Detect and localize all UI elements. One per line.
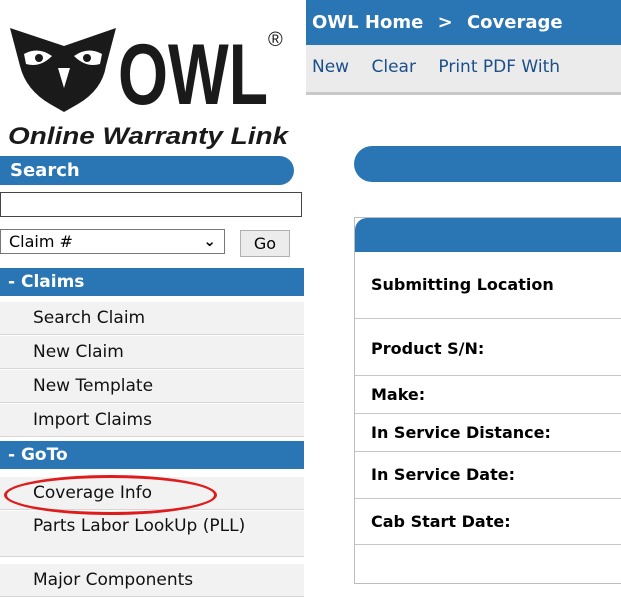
main-content: Submitting Location Product S/N: Make: I… bbox=[306, 95, 621, 584]
form-row: Cab Start Date: bbox=[355, 499, 621, 545]
menu-item-search-claim[interactable]: Search Claim bbox=[0, 302, 304, 335]
form-row: Make: bbox=[355, 376, 621, 414]
menu-item-import-claims[interactable]: Import Claims bbox=[0, 404, 304, 437]
form-row: Product S/N: bbox=[355, 319, 621, 376]
search-type-select[interactable]: Claim # ⌄ bbox=[0, 229, 225, 254]
search-section-header: Search bbox=[0, 156, 294, 185]
field-label-in-service-date: In Service Date: bbox=[371, 465, 515, 484]
panel-header-bar bbox=[355, 218, 621, 252]
form-row: In Service Distance: bbox=[355, 414, 621, 452]
form-row: Submitting Location bbox=[355, 252, 621, 319]
menu-item-coverage-info[interactable]: Coverage Info bbox=[0, 477, 304, 510]
search-type-value: Claim # bbox=[9, 232, 73, 251]
clear-button[interactable]: Clear bbox=[372, 57, 416, 77]
menu-item-new-claim[interactable]: New Claim bbox=[0, 336, 304, 369]
search-input[interactable] bbox=[0, 192, 302, 217]
breadcrumb-home-link[interactable]: OWL Home bbox=[312, 12, 423, 33]
breadcrumb: OWL Home > Coverage bbox=[306, 0, 621, 45]
go-button[interactable]: Go bbox=[240, 230, 290, 257]
field-label-product-sn: Product S/N: bbox=[371, 339, 485, 358]
owl-logo-image: OWL ® Online Warranty Link bbox=[6, 6, 292, 154]
breadcrumb-current: Coverage bbox=[466, 12, 563, 33]
menu-item-parts-labor-lookup[interactable]: Parts Labor LookUp (PLL) bbox=[0, 511, 304, 557]
menu-item-new-template[interactable]: New Template bbox=[0, 370, 304, 403]
field-label-in-service-distance: In Service Distance: bbox=[371, 423, 551, 442]
field-label-submitting-location: Submitting Location bbox=[371, 275, 554, 294]
logo-tagline: Online Warranty Link bbox=[8, 123, 290, 150]
menu-item-major-components[interactable]: Major Components bbox=[0, 564, 304, 597]
owl-logo[interactable]: OWL ® Online Warranty Link bbox=[6, 6, 292, 154]
toolbar: New Clear Print PDF With bbox=[306, 45, 621, 95]
print-pdf-button[interactable]: Print PDF With bbox=[438, 57, 560, 77]
new-button[interactable]: New bbox=[312, 57, 349, 77]
claims-group-header[interactable]: - Claims bbox=[0, 268, 304, 296]
form-row: In Service Date: bbox=[355, 452, 621, 499]
coverage-form-panel: Submitting Location Product S/N: Make: I… bbox=[354, 217, 621, 584]
field-label-cab-start-date: Cab Start Date: bbox=[371, 512, 511, 531]
goto-group-header[interactable]: - GoTo bbox=[0, 441, 304, 469]
logo-brand-text: OWL bbox=[118, 27, 268, 123]
chevron-down-icon: ⌄ bbox=[203, 232, 216, 250]
sidebar: OWL ® Online Warranty Link Search Claim … bbox=[0, 0, 304, 597]
field-label-make: Make: bbox=[371, 385, 426, 404]
logo-registered-mark: ® bbox=[268, 29, 283, 51]
breadcrumb-separator: > bbox=[437, 12, 453, 33]
section-title-bar bbox=[354, 146, 621, 182]
